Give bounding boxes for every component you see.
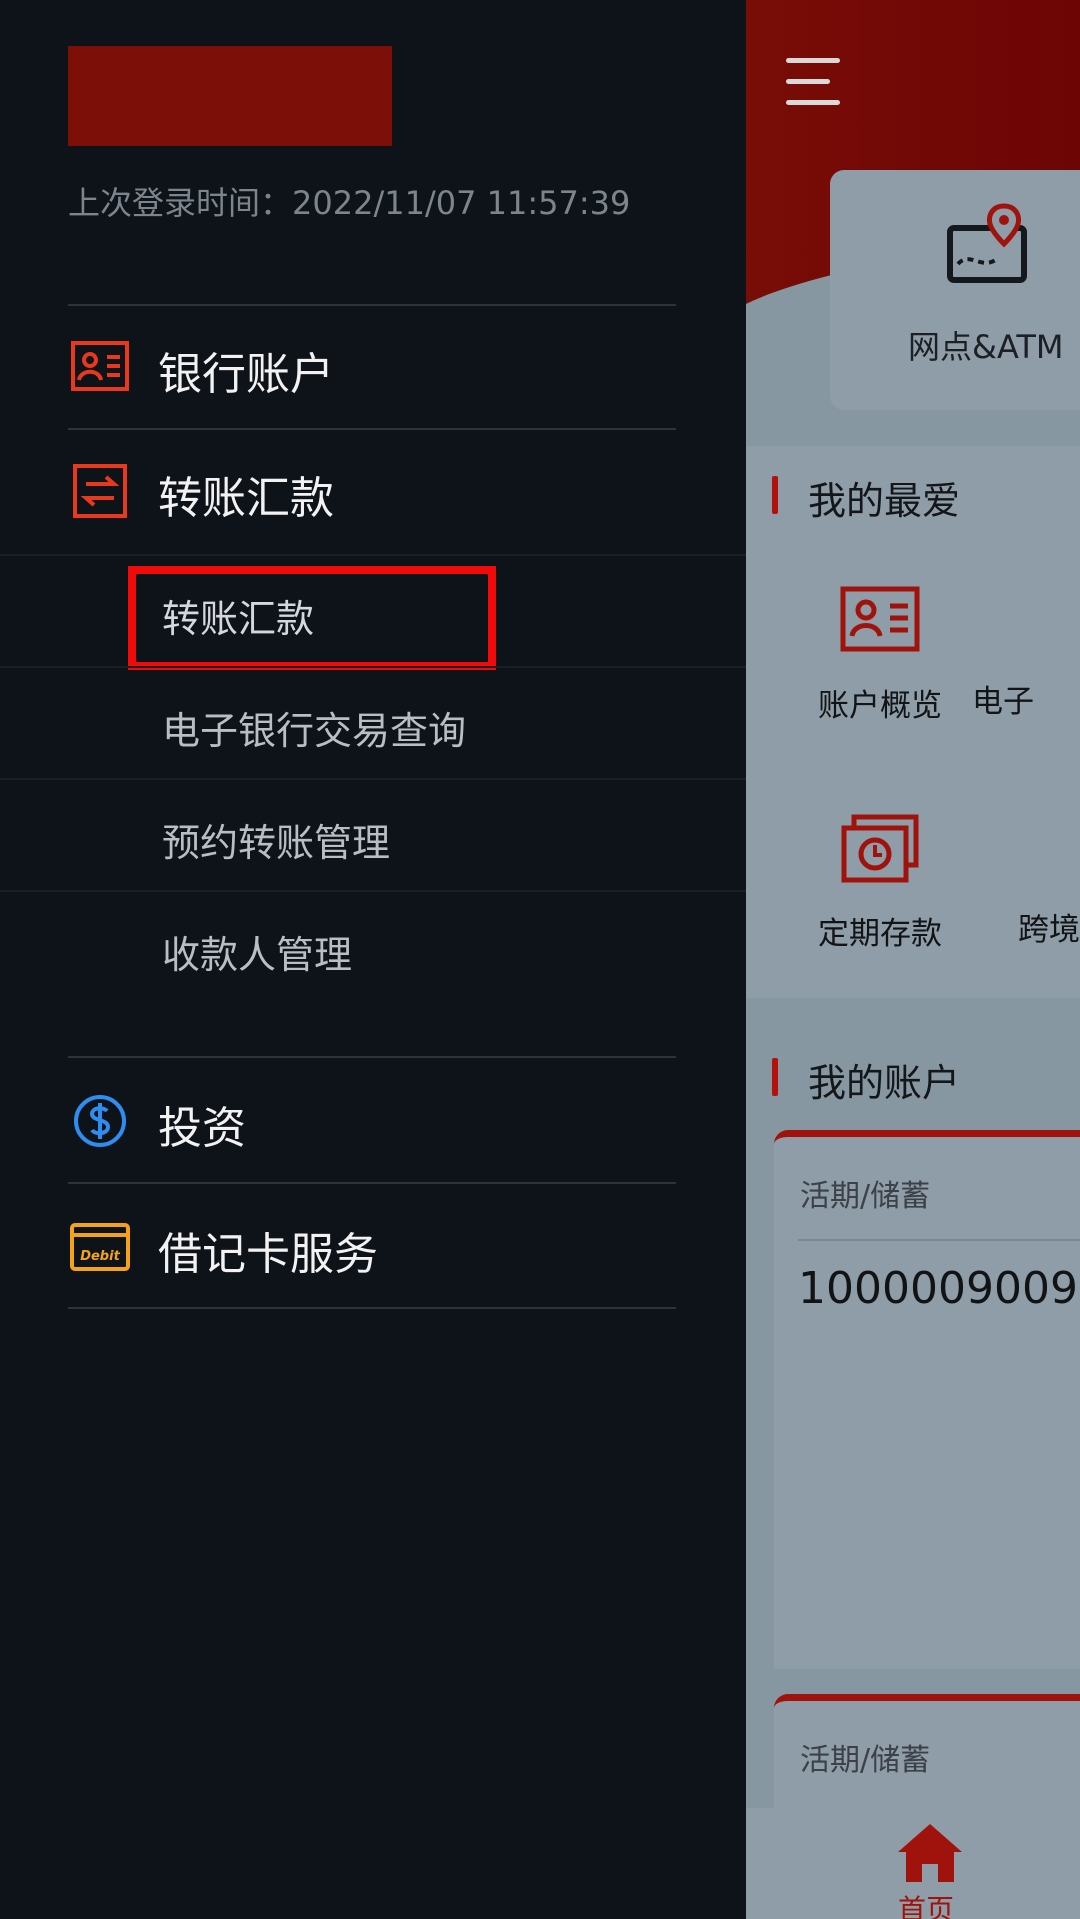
account-number: 1000009009 bbox=[798, 1263, 1078, 1314]
submenu-label: 收款人管理 bbox=[162, 933, 353, 977]
favorite-icon-placeholder bbox=[972, 586, 1052, 656]
debit-card-icon: Debit bbox=[70, 1223, 130, 1271]
favorite-label: 跨境 bbox=[1018, 912, 1080, 948]
home-icon bbox=[898, 1824, 962, 1882]
last-login-time: 上次登录时间：2022/11/07 11:57:39 bbox=[68, 184, 631, 222]
clock-deposit-icon bbox=[841, 814, 919, 883]
favorite-time-deposit[interactable]: 定期存款 bbox=[790, 814, 970, 953]
transfer-icon bbox=[73, 464, 127, 518]
favorite-account-overview[interactable]: 账户概览 bbox=[790, 586, 970, 725]
debit-icon-text: Debit bbox=[80, 1249, 120, 1264]
section-accent bbox=[772, 476, 778, 514]
divider bbox=[68, 1307, 676, 1309]
menu-label: 借记卡服务 bbox=[158, 1229, 378, 1280]
favorite-label: 定期存款 bbox=[818, 916, 942, 952]
favorite-label: 账户概览 bbox=[818, 688, 942, 724]
favorite-label: 电子 bbox=[972, 684, 1034, 720]
submenu-label: 预约转账管理 bbox=[162, 821, 391, 865]
menu-transfer[interactable]: 转账汇款 bbox=[0, 428, 746, 552]
menu-hamburger-icon[interactable] bbox=[786, 58, 842, 108]
redacted-username bbox=[68, 46, 392, 146]
account-card-icon bbox=[840, 586, 920, 652]
card-divider bbox=[798, 1239, 1080, 1241]
screen: 网点&ATM 我的最爱 账户概览 电子 定期存款 跨境 我的账户 活期/储蓄 1… bbox=[0, 0, 1080, 1919]
menu-bank-account[interactable]: 银行账户 bbox=[0, 304, 746, 428]
submenu-ebank-query[interactable]: 电子银行交易查询 bbox=[0, 668, 746, 778]
favorite-icon-placeholder bbox=[1018, 814, 1080, 884]
account-type: 活期/储蓄 bbox=[800, 1743, 931, 1778]
favorite-crossborder[interactable]: 跨境 bbox=[1018, 814, 1080, 949]
branch-atm-label: 网点&ATM bbox=[908, 328, 1064, 366]
highlight-annotation bbox=[128, 566, 496, 670]
account-card-icon bbox=[71, 341, 129, 391]
branch-atm-shortcut[interactable]: 网点&ATM bbox=[830, 170, 1080, 410]
accounts-title: 我的账户 bbox=[808, 1061, 961, 1105]
menu-label: 转账汇款 bbox=[158, 473, 334, 524]
submenu-label: 电子银行交易查询 bbox=[162, 709, 467, 753]
menu-label: 银行账户 bbox=[158, 349, 334, 400]
menu-investment[interactable]: 投资 bbox=[0, 1058, 746, 1182]
account-type: 活期/储蓄 bbox=[800, 1179, 931, 1214]
menu-debit-card[interactable]: Debit 借记卡服务 bbox=[0, 1184, 746, 1308]
bottom-navigation: 首页 bbox=[746, 1808, 1080, 1919]
account-card[interactable]: 活期/储蓄 bbox=[774, 1694, 1080, 1821]
navigation-drawer: 上次登录时间：2022/11/07 11:57:39 银行账户 转账汇款 转账汇… bbox=[0, 0, 746, 1919]
favorites-title: 我的最爱 bbox=[808, 479, 961, 523]
submenu-scheduled-transfer[interactable]: 预约转账管理 bbox=[0, 780, 746, 890]
map-pin-icon bbox=[947, 203, 1027, 283]
section-accent bbox=[772, 1058, 778, 1096]
nav-home-label: 首页 bbox=[898, 1893, 955, 1919]
favorite-ebank[interactable]: 电子 bbox=[972, 586, 1080, 721]
account-card[interactable]: 活期/储蓄 1000009009 bbox=[774, 1130, 1080, 1669]
menu-label: 投资 bbox=[158, 1103, 246, 1154]
dollar-circle-icon bbox=[74, 1095, 126, 1147]
submenu-payee-management[interactable]: 收款人管理 bbox=[0, 892, 746, 1002]
